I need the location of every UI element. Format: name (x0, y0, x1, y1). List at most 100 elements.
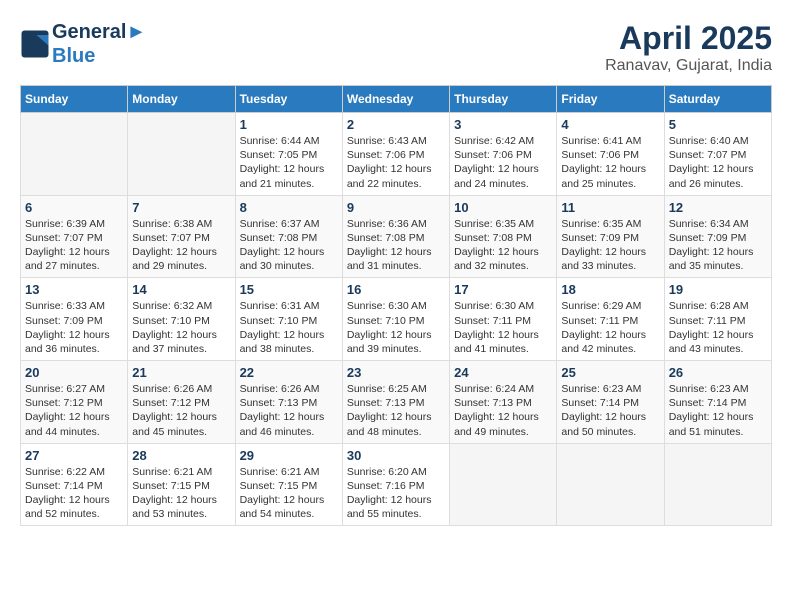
weekday-header-wednesday: Wednesday (342, 86, 449, 113)
calendar-cell (21, 113, 128, 196)
day-info: Sunrise: 6:36 AM Sunset: 7:08 PM Dayligh… (347, 217, 445, 274)
day-number: 20 (25, 365, 123, 380)
day-number: 10 (454, 200, 552, 215)
day-info: Sunrise: 6:20 AM Sunset: 7:16 PM Dayligh… (347, 465, 445, 522)
day-info: Sunrise: 6:35 AM Sunset: 7:08 PM Dayligh… (454, 217, 552, 274)
calendar-cell (450, 443, 557, 526)
day-info: Sunrise: 6:26 AM Sunset: 7:13 PM Dayligh… (240, 382, 338, 439)
month-title: April 2025 (605, 20, 772, 57)
calendar-cell: 4 Sunrise: 6:41 AM Sunset: 7:06 PM Daylig… (557, 113, 664, 196)
day-info: Sunrise: 6:33 AM Sunset: 7:09 PM Dayligh… (25, 299, 123, 356)
calendar-cell: 17 Sunrise: 6:30 AM Sunset: 7:11 PM Dayli… (450, 278, 557, 361)
day-number: 15 (240, 282, 338, 297)
calendar-cell: 13 Sunrise: 6:33 AM Sunset: 7:09 PM Dayli… (21, 278, 128, 361)
day-number: 19 (669, 282, 767, 297)
day-number: 6 (25, 200, 123, 215)
calendar-cell: 15 Sunrise: 6:31 AM Sunset: 7:10 PM Dayli… (235, 278, 342, 361)
calendar-cell: 20 Sunrise: 6:27 AM Sunset: 7:12 PM Dayli… (21, 361, 128, 444)
day-number: 23 (347, 365, 445, 380)
week-row-4: 27 Sunrise: 6:22 AM Sunset: 7:14 PM Dayli… (21, 443, 772, 526)
day-number: 12 (669, 200, 767, 215)
day-info: Sunrise: 6:40 AM Sunset: 7:07 PM Dayligh… (669, 134, 767, 191)
logo-icon (20, 29, 50, 59)
day-number: 27 (25, 448, 123, 463)
calendar-cell: 25Sunrise: 6:23 AM Sunset: 7:14 PM Dayli… (557, 361, 664, 444)
day-number: 9 (347, 200, 445, 215)
weekday-header-tuesday: Tuesday (235, 86, 342, 113)
calendar-cell: 9 Sunrise: 6:36 AM Sunset: 7:08 PM Daylig… (342, 195, 449, 278)
calendar-cell: 11 Sunrise: 6:35 AM Sunset: 7:09 PM Dayli… (557, 195, 664, 278)
calendar-cell (664, 443, 771, 526)
calendar-cell: 5 Sunrise: 6:40 AM Sunset: 7:07 PM Daylig… (664, 113, 771, 196)
calendar-cell: 12Sunrise: 6:34 AM Sunset: 7:09 PM Dayli… (664, 195, 771, 278)
calendar-cell: 27 Sunrise: 6:22 AM Sunset: 7:14 PM Dayli… (21, 443, 128, 526)
day-info: Sunrise: 6:28 AM Sunset: 7:11 PM Dayligh… (669, 299, 767, 356)
calendar-cell: 18 Sunrise: 6:29 AM Sunset: 7:11 PM Dayli… (557, 278, 664, 361)
day-number: 11 (561, 200, 659, 215)
day-info: Sunrise: 6:21 AM Sunset: 7:15 PM Dayligh… (240, 465, 338, 522)
day-info: Sunrise: 6:22 AM Sunset: 7:14 PM Dayligh… (25, 465, 123, 522)
day-info: Sunrise: 6:23 AM Sunset: 7:14 PM Dayligh… (669, 382, 767, 439)
day-number: 14 (132, 282, 230, 297)
day-number: 22 (240, 365, 338, 380)
day-info: Sunrise: 6:21 AM Sunset: 7:15 PM Dayligh… (132, 465, 230, 522)
day-info: Sunrise: 6:44 AM Sunset: 7:05 PM Dayligh… (240, 134, 338, 191)
day-info: Sunrise: 6:29 AM Sunset: 7:11 PM Dayligh… (561, 299, 659, 356)
day-info: Sunrise: 6:30 AM Sunset: 7:11 PM Dayligh… (454, 299, 552, 356)
calendar-cell: 7 Sunrise: 6:38 AM Sunset: 7:07 PM Daylig… (128, 195, 235, 278)
day-info: Sunrise: 6:42 AM Sunset: 7:06 PM Dayligh… (454, 134, 552, 191)
day-info: Sunrise: 6:30 AM Sunset: 7:10 PM Dayligh… (347, 299, 445, 356)
calendar-cell: 14Sunrise: 6:32 AM Sunset: 7:10 PM Dayli… (128, 278, 235, 361)
day-info: Sunrise: 6:39 AM Sunset: 7:07 PM Dayligh… (25, 217, 123, 274)
day-number: 4 (561, 117, 659, 132)
calendar-cell: 2Sunrise: 6:43 AM Sunset: 7:06 PM Daylig… (342, 113, 449, 196)
day-number: 16 (347, 282, 445, 297)
calendar-cell: 28 Sunrise: 6:21 AM Sunset: 7:15 PM Dayli… (128, 443, 235, 526)
calendar-cell: 21Sunrise: 6:26 AM Sunset: 7:12 PM Dayli… (128, 361, 235, 444)
calendar-cell: 10 Sunrise: 6:35 AM Sunset: 7:08 PM Dayli… (450, 195, 557, 278)
calendar-cell: 24 Sunrise: 6:24 AM Sunset: 7:13 PM Dayli… (450, 361, 557, 444)
day-number: 13 (25, 282, 123, 297)
day-info: Sunrise: 6:24 AM Sunset: 7:13 PM Dayligh… (454, 382, 552, 439)
day-info: Sunrise: 6:38 AM Sunset: 7:07 PM Dayligh… (132, 217, 230, 274)
day-info: Sunrise: 6:31 AM Sunset: 7:10 PM Dayligh… (240, 299, 338, 356)
week-row-1: 6 Sunrise: 6:39 AM Sunset: 7:07 PM Daylig… (21, 195, 772, 278)
calendar-cell: 22 Sunrise: 6:26 AM Sunset: 7:13 PM Dayli… (235, 361, 342, 444)
weekday-header-row: SundayMondayTuesdayWednesdayThursdayFrid… (21, 86, 772, 113)
calendar-cell: 26 Sunrise: 6:23 AM Sunset: 7:14 PM Dayli… (664, 361, 771, 444)
week-row-2: 13 Sunrise: 6:33 AM Sunset: 7:09 PM Dayli… (21, 278, 772, 361)
day-number: 8 (240, 200, 338, 215)
page-header: General► Blue April 2025 Ranavav, Gujara… (20, 20, 772, 75)
day-number: 28 (132, 448, 230, 463)
day-number: 24 (454, 365, 552, 380)
week-row-0: 1Sunrise: 6:44 AM Sunset: 7:05 PM Daylig… (21, 113, 772, 196)
calendar-cell: 6 Sunrise: 6:39 AM Sunset: 7:07 PM Daylig… (21, 195, 128, 278)
calendar-cell (128, 113, 235, 196)
weekday-header-friday: Friday (557, 86, 664, 113)
weekday-header-saturday: Saturday (664, 86, 771, 113)
logo: General► Blue (20, 20, 146, 68)
calendar-cell: 3Sunrise: 6:42 AM Sunset: 7:06 PM Daylig… (450, 113, 557, 196)
day-info: Sunrise: 6:35 AM Sunset: 7:09 PM Dayligh… (561, 217, 659, 274)
week-row-3: 20 Sunrise: 6:27 AM Sunset: 7:12 PM Dayli… (21, 361, 772, 444)
day-info: Sunrise: 6:41 AM Sunset: 7:06 PM Dayligh… (561, 134, 659, 191)
calendar-cell: 16 Sunrise: 6:30 AM Sunset: 7:10 PM Dayli… (342, 278, 449, 361)
calendar-cell: 1Sunrise: 6:44 AM Sunset: 7:05 PM Daylig… (235, 113, 342, 196)
day-number: 17 (454, 282, 552, 297)
day-info: Sunrise: 6:25 AM Sunset: 7:13 PM Dayligh… (347, 382, 445, 439)
calendar-cell (557, 443, 664, 526)
day-number: 18 (561, 282, 659, 297)
day-number: 7 (132, 200, 230, 215)
day-number: 5 (669, 117, 767, 132)
calendar-table: SundayMondayTuesdayWednesdayThursdayFrid… (20, 85, 772, 526)
calendar-cell: 29Sunrise: 6:21 AM Sunset: 7:15 PM Dayli… (235, 443, 342, 526)
logo-text: General► Blue (52, 20, 146, 68)
day-info: Sunrise: 6:26 AM Sunset: 7:12 PM Dayligh… (132, 382, 230, 439)
weekday-header-sunday: Sunday (21, 86, 128, 113)
day-info: Sunrise: 6:27 AM Sunset: 7:12 PM Dayligh… (25, 382, 123, 439)
day-number: 26 (669, 365, 767, 380)
day-info: Sunrise: 6:23 AM Sunset: 7:14 PM Dayligh… (561, 382, 659, 439)
weekday-header-thursday: Thursday (450, 86, 557, 113)
calendar-cell: 23 Sunrise: 6:25 AM Sunset: 7:13 PM Dayli… (342, 361, 449, 444)
day-info: Sunrise: 6:37 AM Sunset: 7:08 PM Dayligh… (240, 217, 338, 274)
